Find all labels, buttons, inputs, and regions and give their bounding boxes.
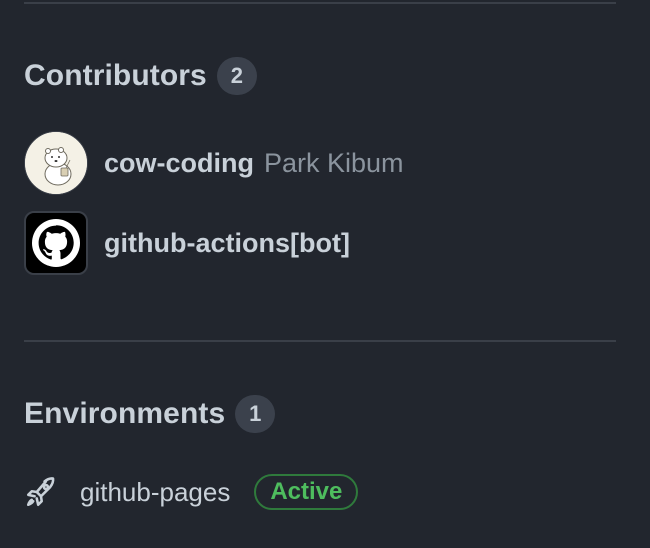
contributor-login[interactable]: cow-coding	[104, 148, 254, 178]
environment-name-link[interactable]: github-pages	[80, 477, 230, 508]
contributors-count-badge: 2	[216, 57, 257, 95]
contributor-item: github-actions[bot]	[24, 211, 350, 275]
environments-count-badge: 1	[235, 395, 276, 433]
contributor-name[interactable]: Park Kibum	[264, 148, 404, 178]
environment-item: github-pages Active	[24, 474, 359, 510]
environment-status-badge: Active	[254, 474, 359, 510]
github-octocat-icon[interactable]	[24, 211, 88, 275]
top-divider	[24, 2, 616, 4]
contributor-item: cow-coding Park Kibum	[24, 131, 404, 195]
environments-title[interactable]: Environments	[24, 397, 225, 431]
contributors-title[interactable]: Contributors	[24, 59, 207, 93]
contributors-header: Contributors 2	[24, 57, 257, 95]
environments-header: Environments 1	[24, 395, 276, 433]
contributor-text: github-actions[bot]	[104, 228, 350, 259]
section-divider	[24, 340, 616, 342]
contributor-login[interactable]: github-actions[bot]	[104, 228, 350, 258]
bear-avatar[interactable]	[24, 131, 88, 195]
contributor-text: cow-coding Park Kibum	[104, 148, 404, 179]
rocket-icon	[24, 475, 58, 509]
